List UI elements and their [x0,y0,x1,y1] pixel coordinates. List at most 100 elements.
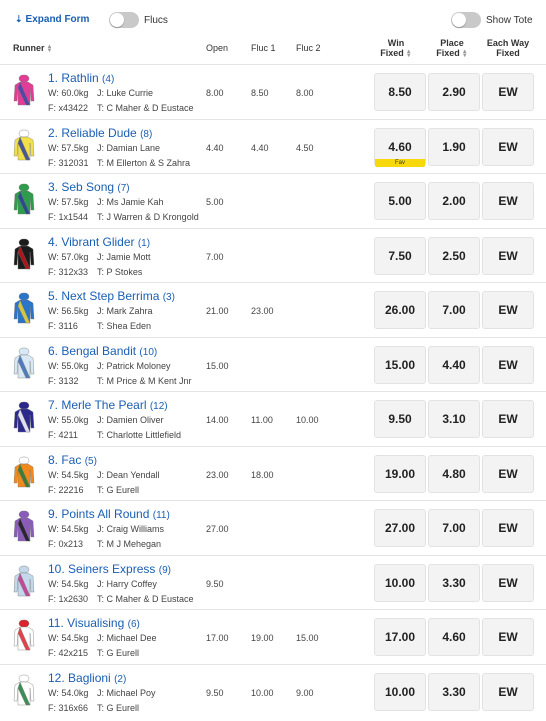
runner-row[interactable]: 3. Seb Song (7) W: 57.5kg J: Ms Jamie Kah F… [0,173,546,227]
win-odds-button[interactable]: 26.00 [374,291,426,329]
each-way-button[interactable]: EW [482,182,534,220]
expand-form-link[interactable]: ⇣ Expand Form [15,14,89,25]
form: F: 3116 [48,321,78,331]
runner-row[interactable]: 5. Next Step Berrima (3) W: 56.5kg J: Mark… [0,282,546,336]
runner-row[interactable]: 2. Reliable Dude (8) W: 57.5kg J: Damian L… [0,119,546,173]
place-odds-button[interactable]: 2.00 [428,182,480,220]
weight: W: 54.0kg [48,688,89,698]
win-odds-button[interactable]: 19.00 [374,455,426,493]
weight: W: 54.5kg [48,524,89,534]
each-way-button[interactable]: EW [482,618,534,656]
form: F: x43422 [48,103,89,113]
win-fixed-column-header[interactable]: Win Fixed ▲ ▼ [374,38,418,59]
form-trainer-line: F: 3132 T: M Price & M Kent Jnr [48,376,192,386]
runner-row[interactable]: 12. Baglioni (2) W: 54.0kg J: Michael Poy F… [0,664,546,718]
weight: W: 56.5kg [48,306,89,316]
place-odds-button[interactable]: 2.90 [428,73,480,111]
runner-row[interactable]: 10. Seiners Express (9) W: 54.5kg J: Harry… [0,555,546,609]
place-odds-button[interactable]: 7.00 [428,509,480,547]
fluc1-price: 4.40 [251,143,269,153]
each-way-button[interactable]: EW [482,455,534,493]
sort-icon: ▲ ▼ [461,48,468,59]
win-odds-button[interactable]: 10.00 [374,673,426,711]
place-odds-button[interactable]: 4.60 [428,618,480,656]
form-trainer-line: F: 0x213 T: M J Mehegan [48,539,161,549]
weight-jockey-line: W: 56.5kg J: Mark Zahra [48,306,153,316]
fluc2-column-header: Fluc 2 [296,43,321,53]
win-odds-button[interactable]: 5.00 [374,182,426,220]
form-trainer-line: F: 22216 T: G Eurell [48,485,139,495]
jockey-silks-icon [13,129,35,161]
place-odds-button[interactable]: 3.30 [428,564,480,602]
weight-jockey-line: W: 54.5kg J: Craig Williams [48,524,164,534]
win-odds-button[interactable]: 7.50 [374,237,426,275]
place-odds-button[interactable]: 1.90 [428,128,480,166]
place-odds-button[interactable]: 3.10 [428,400,480,438]
jockey-silks-icon [13,238,35,270]
place-fixed-column-header[interactable]: Place Fixed ▲ ▼ [430,38,474,59]
runner-row[interactable]: 11. Visualising (6) W: 54.5kg J: Michael D… [0,609,546,663]
form-trainer-line: F: 3116 T: Shea Eden [48,321,151,331]
runner-row[interactable]: 1. Rathlin (4) W: 60.0kg J: Luke Currie F: … [0,64,546,118]
each-way-button[interactable]: EW [482,291,534,329]
weight-jockey-line: W: 57.5kg J: Damian Lane [48,143,160,153]
form: F: 42x215 [48,648,89,658]
fluc1-price: 19.00 [251,633,274,643]
runner-name-link[interactable]: 10. Seiners Express (9) [48,562,171,576]
each-way-button[interactable]: EW [482,128,534,166]
show-tote-label: Show Tote [486,15,533,26]
show-tote-toggle[interactable] [451,12,481,28]
runner-name-link[interactable]: 8. Fac (5) [48,453,97,467]
each-way-button[interactable]: EW [482,346,534,384]
barrier-number: (1) [137,238,151,249]
runner-name-link[interactable]: 7. Merle The Pearl (12) [48,398,168,412]
fluc1-price: 10.00 [251,688,274,698]
runner-name-link[interactable]: 11. Visualising (6) [48,616,140,630]
win-odds-button[interactable]: 8.50 [374,73,426,111]
jockey-silks-icon [13,456,35,488]
runner-name-link[interactable]: 3. Seb Song (7) [48,180,130,194]
weight: W: 57.5kg [48,143,89,153]
place-odds-button[interactable]: 4.40 [428,346,480,384]
place-odds-button[interactable]: 3.30 [428,673,480,711]
runner-row[interactable]: 7. Merle The Pearl (12) W: 55.0kg J: Damie… [0,391,546,445]
runner-row[interactable]: 6. Bengal Bandit (10) W: 55.0kg J: Patrick… [0,337,546,391]
runner-name-link[interactable]: 6. Bengal Bandit (10) [48,344,157,358]
runner-name-link[interactable]: 5. Next Step Berrima (3) [48,289,175,303]
each-way-button[interactable]: EW [482,73,534,111]
win-odds-button[interactable]: 17.00 [374,618,426,656]
place-odds-button[interactable]: 4.80 [428,455,480,493]
fluc1-price: 8.50 [251,88,269,98]
win-odds-button[interactable]: 10.00 [374,564,426,602]
each-way-button[interactable]: EW [482,237,534,275]
runner-row[interactable]: 4. Vibrant Glider (1) W: 57.0kg J: Jamie M… [0,228,546,282]
weight: W: 55.0kg [48,415,89,425]
runner-name-link[interactable]: 1. Rathlin (4) [48,71,114,85]
form: F: 1x1544 [48,212,89,222]
form-trainer-line: F: 312x33 T: P Stokes [48,267,142,277]
barrier-number: (7) [117,183,130,194]
runner-column-header[interactable]: Runner ▲ ▼ [13,43,52,54]
each-way-button[interactable]: EW [482,509,534,547]
open-price: 4.40 [206,143,224,153]
win-odds-button[interactable]: 15.00 [374,346,426,384]
runner-row[interactable]: 9. Points All Round (11) W: 54.5kg J: Crai… [0,500,546,554]
win-odds-button[interactable]: 27.00 [374,509,426,547]
runner-name-link[interactable]: 12. Baglioni (2) [48,671,126,685]
place-odds-button[interactable]: 7.00 [428,291,480,329]
barrier-number: (9) [158,565,171,576]
each-way-button[interactable]: EW [482,400,534,438]
trainer: T: M Price & M Kent Jnr [97,376,192,386]
each-way-button[interactable]: EW [482,564,534,602]
runner-name-link[interactable]: 4. Vibrant Glider (1) [48,235,150,249]
runner-name-link[interactable]: 9. Points All Round (11) [48,507,170,521]
barrier-number: (8) [140,129,153,140]
form: F: 1x2630 [48,594,89,604]
runner-name-link[interactable]: 2. Reliable Dude (8) [48,126,152,140]
runner-row[interactable]: 8. Fac (5) W: 54.5kg J: Dean Yendall F: 222… [0,446,546,500]
each-way-button[interactable]: EW [482,673,534,711]
weight: W: 57.0kg [48,252,89,262]
win-odds-button[interactable]: 9.50 [374,400,426,438]
flucs-toggle[interactable] [109,12,139,28]
place-odds-button[interactable]: 2.50 [428,237,480,275]
